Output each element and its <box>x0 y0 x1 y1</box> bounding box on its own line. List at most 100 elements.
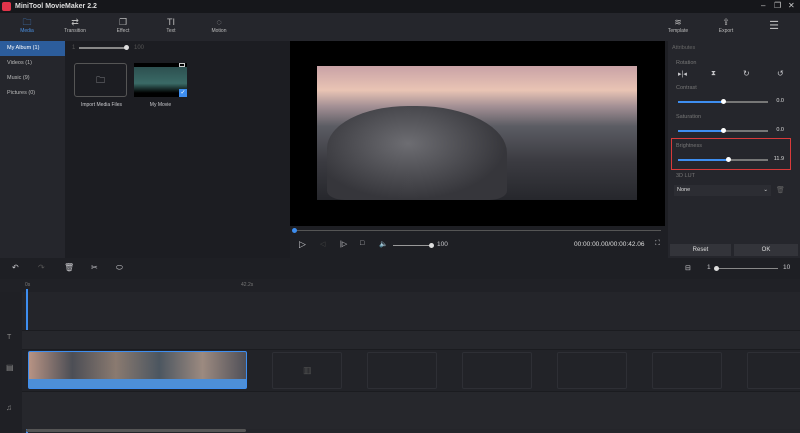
thumb-size-max: 100 <box>134 45 145 51</box>
aspect-icon <box>179 63 185 67</box>
ruler-label: 42.2s <box>241 282 254 288</box>
import-folder-icon: 🗀 <box>95 75 105 85</box>
chevron-down-icon: ⌄ <box>763 187 768 193</box>
minimize-icon[interactable]: – <box>761 1 765 10</box>
contrast-value: 0.0 <box>776 98 784 104</box>
tab-media[interactable]: 🗀 Media <box>7 16 47 34</box>
effect-icon: ❐ <box>118 17 128 27</box>
menu-icon[interactable]: ☰ <box>754 19 794 32</box>
template-button[interactable]: ≋ Template <box>658 16 698 34</box>
undo-icon[interactable]: ↶ <box>12 263 19 272</box>
clip-placeholder[interactable] <box>557 352 627 389</box>
saturation-value: 0.0 <box>776 127 784 133</box>
sidebar-item-videos[interactable]: Videos (1) <box>0 56 65 71</box>
next-frame-icon[interactable]: |▷ <box>340 240 347 248</box>
split-icon[interactable]: ✂ <box>91 263 98 272</box>
trash-icon[interactable]: 🗑 <box>776 186 785 194</box>
volume-icon[interactable]: 🔈 <box>379 240 388 248</box>
sidebar-item-music[interactable]: Music (9) <box>0 71 65 86</box>
tab-transition[interactable]: ⇄ Transition <box>55 16 95 34</box>
timeline: 0s 42.2s T ▤ ♫ ▥ <box>0 279 800 433</box>
saturation-slider[interactable] <box>678 128 768 133</box>
tab-label: Media <box>20 28 34 34</box>
tab-text[interactable]: TI Text <box>151 16 191 34</box>
template-icon: ≋ <box>674 17 682 27</box>
checkbox-checked-icon[interactable]: ✓ <box>179 89 187 97</box>
video-track[interactable]: ▥ <box>22 349 800 391</box>
audio-detach-icon[interactable]: ⬭ <box>116 263 123 273</box>
flip-horizontal-icon[interactable]: ▸|◂ <box>678 70 687 78</box>
clip-placeholder[interactable] <box>462 352 532 389</box>
saturation-label: Saturation <box>676 114 702 120</box>
title-bar: MiniTool MovieMaker 2.2 – ❐ ✕ <box>0 0 800 13</box>
flip-vertical-icon[interactable]: ⧗ <box>711 70 716 78</box>
reset-button[interactable]: Reset <box>670 244 731 256</box>
export-button[interactable]: ⇪ Export <box>706 16 746 34</box>
player-controls: ▷ ◁ |▷ □ 🔈 100 00:00:00.00/00:00:42.06 ⛶ <box>290 226 665 258</box>
export-label: Export <box>718 28 734 34</box>
folder-icon: 🗀 <box>22 17 32 27</box>
seek-bar[interactable] <box>292 227 661 233</box>
timeline-scrollbar[interactable] <box>26 429 246 432</box>
template-label: Template <box>667 28 689 34</box>
clip-placeholder[interactable] <box>367 352 437 389</box>
brightness-value: 11.9 <box>773 156 784 162</box>
ok-button[interactable]: OK <box>734 244 798 256</box>
lut-value: None <box>677 187 691 193</box>
delete-icon[interactable]: 🗑 <box>64 263 74 272</box>
play-icon[interactable]: ▷ <box>299 239 306 250</box>
fit-timeline-icon[interactable]: ⊟ <box>685 264 691 272</box>
attributes-title: Attributes <box>672 45 696 51</box>
app-title: MiniTool MovieMaker 2.2 <box>15 3 97 10</box>
sidebar-item-pictures[interactable]: Pictures (0) <box>0 86 65 101</box>
video-preview: ▷ ◁ |▷ □ 🔈 100 00:00:00.00/00:00:42.06 ⛶ <box>290 41 665 258</box>
rock-image <box>327 106 507 200</box>
volume-slider[interactable] <box>393 243 434 248</box>
main-toolbar: 🗀 Media ⇄ Transition ❐ Effect TI Text ◌ Motio… <box>0 13 800 41</box>
text-track-icon: T <box>7 334 12 341</box>
time-display: 00:00:00.00/00:00:42.06 <box>574 241 645 248</box>
import-media-button[interactable]: 🗀 <box>74 63 127 97</box>
stop-icon[interactable]: □ <box>360 240 364 247</box>
contrast-slider[interactable] <box>678 99 768 104</box>
redo-icon[interactable]: ↷ <box>38 263 45 272</box>
brightness-slider[interactable] <box>678 157 768 162</box>
clip-placeholder[interactable]: ▥ <box>272 352 342 389</box>
media-clip-thumbnail[interactable]: ✓ <box>134 63 187 97</box>
volume-value: 100 <box>437 241 448 248</box>
lut-dropdown[interactable]: None ⌄ <box>674 185 771 196</box>
tab-label: Text <box>166 28 176 34</box>
video-frame <box>317 66 637 200</box>
thumb-size-min: 1 <box>72 45 76 51</box>
clip-label: My Movie <box>149 102 172 108</box>
timeline-zoom-max: 10 <box>783 264 791 271</box>
timeline-zoom-slider[interactable] <box>714 266 778 271</box>
rotate-counterclockwise-icon[interactable]: ↺ <box>777 69 784 78</box>
video-clip[interactable] <box>28 351 247 389</box>
timeline-toolbar: ↶ ↷ 🗑 ✂ ⬭ ⊟ 1 10 <box>0 258 800 279</box>
text-track[interactable] <box>22 330 800 349</box>
rotate-clockwise-icon[interactable]: ↻ <box>743 69 750 78</box>
tab-effect[interactable]: ❐ Effect <box>103 16 143 34</box>
attributes-panel: Attributes Rotation ▸|◂ ⧗ ↻ ↺ Contrast 0… <box>668 41 800 258</box>
tab-motion[interactable]: ◌ Motion <box>199 16 239 34</box>
brightness-label: Brightness <box>676 143 702 149</box>
import-label: Import Media Files <box>80 102 123 108</box>
music-track[interactable] <box>22 391 800 429</box>
restore-icon[interactable]: ❐ <box>774 1 781 10</box>
prev-frame-icon[interactable]: ◁ <box>320 240 325 248</box>
track-headers: T ▤ ♫ <box>0 292 22 433</box>
ruler-label: 0s <box>25 282 31 288</box>
contrast-label: Contrast <box>676 85 697 91</box>
fullscreen-icon[interactable]: ⛶ <box>655 240 660 248</box>
close-icon[interactable]: ✕ <box>788 1 795 10</box>
video-track-icon: ▤ <box>6 363 14 372</box>
clip-placeholder[interactable] <box>652 352 722 389</box>
thumb-size-slider[interactable] <box>79 45 129 50</box>
sidebar-item-my-album[interactable]: My Album (1) <box>0 41 65 56</box>
tab-label: Effect <box>116 28 130 34</box>
clip-placeholder[interactable] <box>747 352 800 389</box>
tab-label: Transition <box>64 28 86 34</box>
time-ruler[interactable]: 0s 42.2s <box>0 279 800 292</box>
motion-icon: ◌ <box>216 17 222 27</box>
